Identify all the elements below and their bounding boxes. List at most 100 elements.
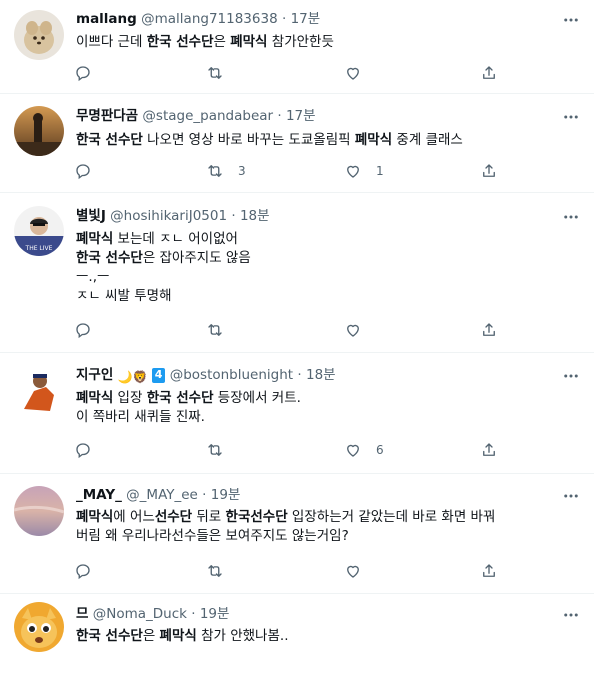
avatar[interactable] [14,10,64,60]
highlighted-keyword: 폐막식 [76,509,114,525]
reply-icon [76,66,90,82]
avatar[interactable] [14,365,64,415]
more-icon[interactable] [562,108,580,126]
text-run: 이쁘다 근데 [76,34,147,50]
text-run: 중계 클래스 [392,132,463,148]
handle[interactable]: @_MAY_ee [126,487,198,503]
avatar[interactable] [14,486,64,536]
text-run: 뒤로 [192,509,226,525]
display-name[interactable]: 지구인 [76,367,113,383]
retweet-icon [208,324,222,336]
highlighted-keyword: 선수단 [154,509,193,525]
timestamp[interactable]: 19분 [211,487,241,503]
more-icon[interactable] [562,208,580,226]
tweet-actions: 6 [70,439,550,461]
share-icon [483,443,495,456]
like-count: 6 [376,443,384,457]
text-run: 에 어느 [113,509,155,525]
tweet[interactable]: THE LIVE 별빛J @hosihikariJ0501 · 18분 폐막식 … [0,193,594,353]
like-button[interactable] [344,62,376,84]
timestamp[interactable]: 17분 [286,108,316,124]
profile-emoji: 🌙🦁 [117,370,148,384]
share-icon [483,164,495,177]
display-name[interactable]: 무명판다곰 [76,108,138,124]
handle[interactable]: @Noma_Duck [93,606,187,622]
retweet-icon [208,565,222,577]
like-icon [347,444,359,457]
highlighted-keyword: 폐막식 [230,34,268,50]
retweet-button[interactable]: 3 [206,160,246,182]
tweet[interactable]: 지구인 🌙🦁 4 @bostonbluenight · 18분 폐막식 입장 한… [0,353,594,474]
highlighted-keyword: 한국선수단 [225,509,288,525]
tweet-actions: 3 1 [70,160,550,182]
retweet-icon [208,165,222,177]
tweet-header: 무명판다곰 @stage_pandabear · 17분 [76,106,554,126]
share-button[interactable] [480,439,512,461]
like-button[interactable]: 1 [344,160,384,182]
like-button[interactable] [344,319,376,341]
tweet-header: 별빛J @hosihikariJ0501 · 18분 [76,206,554,226]
avatar[interactable] [14,106,64,156]
reply-button[interactable] [74,439,106,461]
tweet-text: 폐막식 보는데 ㅈㄴ 어이없어 한국 선수단은 잡아주지도 않음 ㅡ.,ㅡ ㅈㄴ… [76,230,564,306]
timestamp[interactable]: 18분 [240,208,270,224]
tweet[interactable]: 무명판다곰 @stage_pandabear · 17분 한국 선수단 나오면 … [0,94,594,193]
reply-button[interactable] [74,160,106,182]
retweet-button[interactable] [206,319,238,341]
more-icon[interactable] [562,367,580,385]
svg-text:THE LIVE: THE LIVE [25,245,53,252]
like-icon [347,324,359,337]
tweet-text: 한국 선수단 나오면 영상 바로 바꾸는 도쿄올림픽 폐막식 중계 클래스 [76,131,564,150]
display-name[interactable]: 별빛J [76,208,106,224]
reply-button[interactable] [74,560,106,582]
retweet-count: 3 [238,164,246,178]
highlighted-keyword: 폐막식 [159,628,197,644]
more-icon[interactable] [562,11,580,29]
tweet-text: 한국 선수단은 폐막식 참가 안했나봄.. [76,627,564,646]
like-button[interactable]: 6 [344,439,384,461]
avatar[interactable]: THE LIVE [14,206,64,256]
share-button[interactable] [480,319,512,341]
timestamp[interactable]: 17분 [291,11,321,27]
share-icon [483,564,495,577]
handle[interactable]: @mallang71183638 [141,11,278,27]
separator: · [281,11,287,27]
highlighted-keyword: 한국 선수단 [76,628,143,644]
retweet-button[interactable] [206,560,238,582]
handle[interactable]: @stage_pandabear [142,108,273,124]
display-name[interactable]: 므 [76,606,88,622]
tweet-header: 지구인 🌙🦁 4 @bostonbluenight · 18분 [76,365,554,385]
text-run: 입장 [113,390,147,406]
tweet[interactable]: mallang @mallang71183638 · 17분 이쁘다 근데 한국… [0,0,594,94]
retweet-button[interactable] [206,62,238,84]
text-run: 참가 안했나봄.. [196,628,289,644]
tweet-actions [70,560,550,582]
share-button[interactable] [480,160,512,182]
highlighted-keyword: 한국 선수단 [146,34,214,50]
highlighted-keyword: 한국 선수단 [146,390,214,406]
reply-button[interactable] [74,319,106,341]
timestamp[interactable]: 19분 [200,606,230,622]
like-icon [347,165,359,178]
reply-button[interactable] [74,62,106,84]
like-button[interactable] [344,560,376,582]
timestamp[interactable]: 18분 [306,367,336,383]
share-button[interactable] [480,560,512,582]
highlighted-keyword: 폐막식 [354,132,393,148]
tweet-actions [70,319,550,341]
handle[interactable]: @bostonbluenight [170,367,293,383]
reply-icon [76,564,90,580]
more-icon[interactable] [562,487,580,505]
handle[interactable]: @hosihikariJ0501 [110,208,227,224]
text-run: 보는데 ㅈㄴ 어이없어 [117,231,238,247]
display-name[interactable]: mallang [76,11,137,27]
tweet-header: _MAY_ @_MAY_ee · 19분 [76,485,554,505]
display-name[interactable]: _MAY_ [76,487,122,503]
avatar[interactable] [14,602,64,652]
more-icon[interactable] [562,606,580,624]
tweet[interactable]: 므 @Noma_Duck · 19분 한국 선수단은 폐막식 참가 안했나봄.. [0,594,594,680]
retweet-button[interactable] [206,439,238,461]
tweet-text: 폐막식 입장 한국 선수단 등장에서 커트. 이 쪽바리 새퀴들 진짜. [76,389,564,427]
tweet[interactable]: _MAY_ @_MAY_ee · 19분 폐막식에 어느선수단 뒤로 한국선수단… [0,474,594,594]
share-button[interactable] [480,62,512,84]
